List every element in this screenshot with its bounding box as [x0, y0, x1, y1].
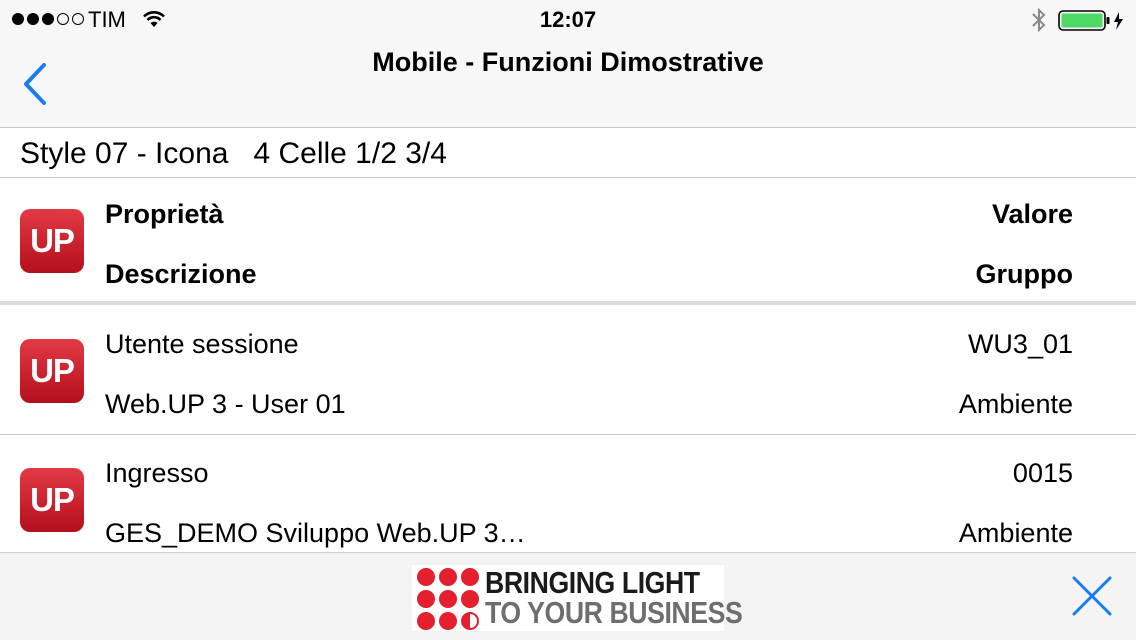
back-button[interactable]	[18, 62, 58, 106]
up-app-icon: UP	[20, 468, 84, 532]
banner-line2: TO YOUR BUSINESS	[485, 595, 743, 630]
up-app-icon: UP	[20, 209, 84, 273]
page-title: Mobile - Funzioni Dimostrative	[372, 47, 764, 77]
navigation-bar: Mobile - Funzioni Dimostrative	[0, 40, 1136, 128]
carrier-label: TIM	[88, 7, 126, 32]
row-value: WU3_01	[967, 329, 1073, 359]
header-value: Valore	[991, 199, 1073, 229]
row-description: Web.UP 3 - User 01	[105, 389, 346, 419]
header-property: Proprietà	[105, 199, 224, 229]
signal-dots-icon	[12, 13, 84, 25]
banner-logo[interactable]: BRINGING LIGHT TO YOUR BUSINESS	[412, 565, 743, 631]
row-value: 0015	[1012, 458, 1073, 488]
table-row[interactable]: UP Ingresso 0015 GES_DEMO Sviluppo Web.U…	[0, 436, 1136, 553]
row-group: Ambiente	[958, 518, 1073, 548]
status-time: 12:07	[539, 7, 597, 32]
battery-icon	[1058, 10, 1128, 37]
ad-banner: BRINGING LIGHT TO YOUR BUSINESS	[0, 552, 1136, 640]
close-banner-button[interactable]	[1070, 574, 1114, 618]
table-header-row: UP Proprietà Valore Descrizione Gruppo	[0, 178, 1136, 305]
status-bar: TIM 12:07	[0, 0, 1136, 40]
chevron-left-icon	[24, 63, 46, 105]
row-description: GES_DEMO Sviluppo Web.UP 3…	[105, 518, 526, 548]
header-description: Descrizione	[105, 259, 257, 289]
charging-bolt-icon	[1114, 12, 1123, 30]
up-app-icon: UP	[20, 339, 84, 403]
section-title: Style 07 - Icona 4 Celle 1/2 3/4	[20, 137, 447, 170]
header-group: Gruppo	[975, 259, 1073, 289]
logo-dots-icon	[417, 568, 479, 630]
wifi-icon	[142, 10, 166, 33]
row-property: Ingresso	[105, 458, 209, 488]
table-row[interactable]: UP Utente sessione WU3_01 Web.UP 3 - Use…	[0, 308, 1136, 435]
row-property: Utente sessione	[105, 329, 299, 359]
close-icon	[1072, 576, 1112, 616]
bluetooth-icon	[1030, 7, 1048, 38]
row-group: Ambiente	[958, 389, 1073, 419]
section-header: Style 07 - Icona 4 Celle 1/2 3/4	[0, 128, 1136, 178]
